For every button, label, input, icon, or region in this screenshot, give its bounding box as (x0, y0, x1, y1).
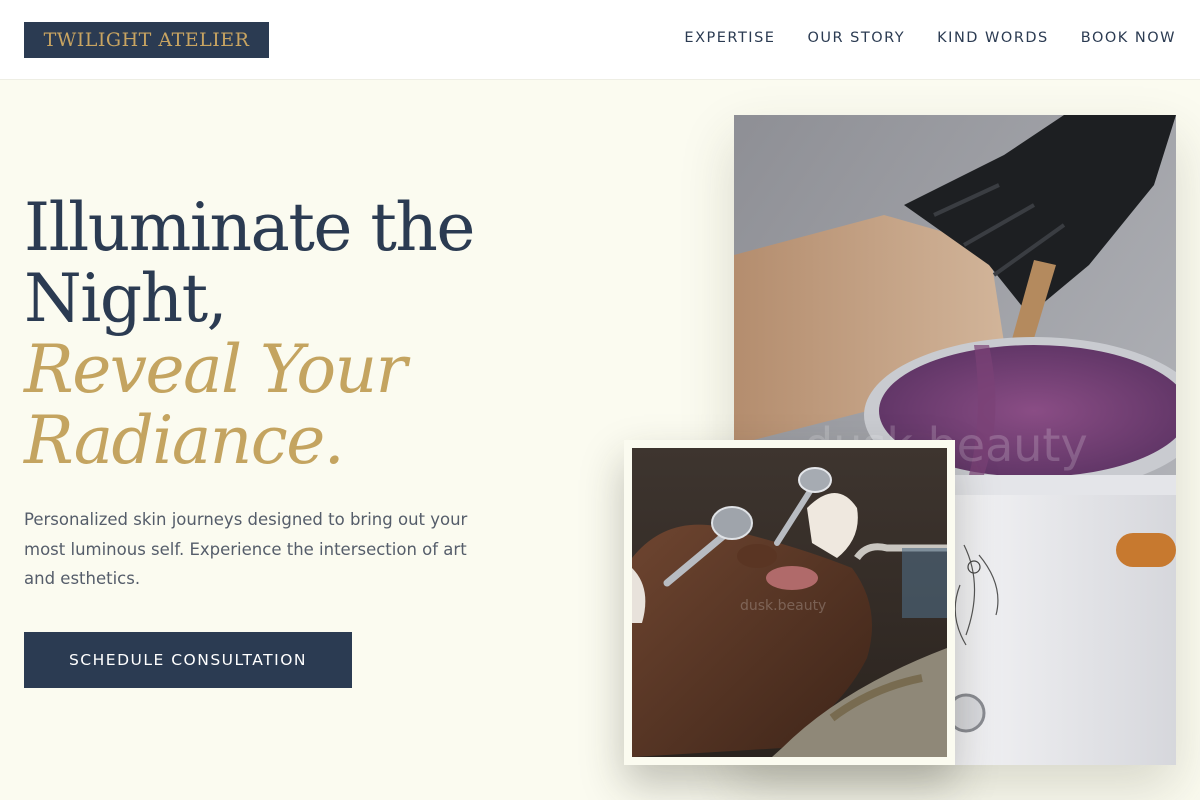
facial-treatment-photo-frame: dusk.beauty (624, 440, 955, 765)
nav-our-story[interactable]: OUR STORY (807, 30, 905, 46)
hero-title-line-2: Night, (24, 260, 228, 337)
hero-accent-line-2: Radiance. (24, 402, 345, 479)
hero-accent-title: Reveal Your Radiance. (24, 334, 544, 476)
nav-kind-words[interactable]: KIND WORDS (937, 30, 1049, 46)
main-nav: EXPERTISE OUR STORY KIND WORDS BOOK NOW (684, 30, 1176, 46)
schedule-consultation-button[interactable]: SCHEDULE CONSULTATION (24, 632, 352, 688)
nav-expertise[interactable]: EXPERTISE (684, 30, 775, 46)
facial-treatment-photo: dusk.beauty (632, 448, 947, 757)
inset-photo-watermark: dusk.beauty (740, 598, 826, 614)
site-header: TWILIGHT ATELIER EXPERTISE OUR STORY KIN… (0, 0, 1200, 80)
nav-book-now[interactable]: BOOK NOW (1081, 30, 1176, 46)
brand-logo[interactable]: TWILIGHT ATELIER (24, 22, 269, 58)
hero-description: Personalized skin journeys designed to b… (24, 510, 468, 588)
hero-accent-line-1: Reveal Your (24, 331, 407, 408)
hero-heading: Illuminate the Night, Reveal Your Radian… (24, 192, 544, 476)
hero-title-line-1: Illuminate the (24, 189, 476, 266)
hero-title: Illuminate the Night, (24, 192, 544, 334)
